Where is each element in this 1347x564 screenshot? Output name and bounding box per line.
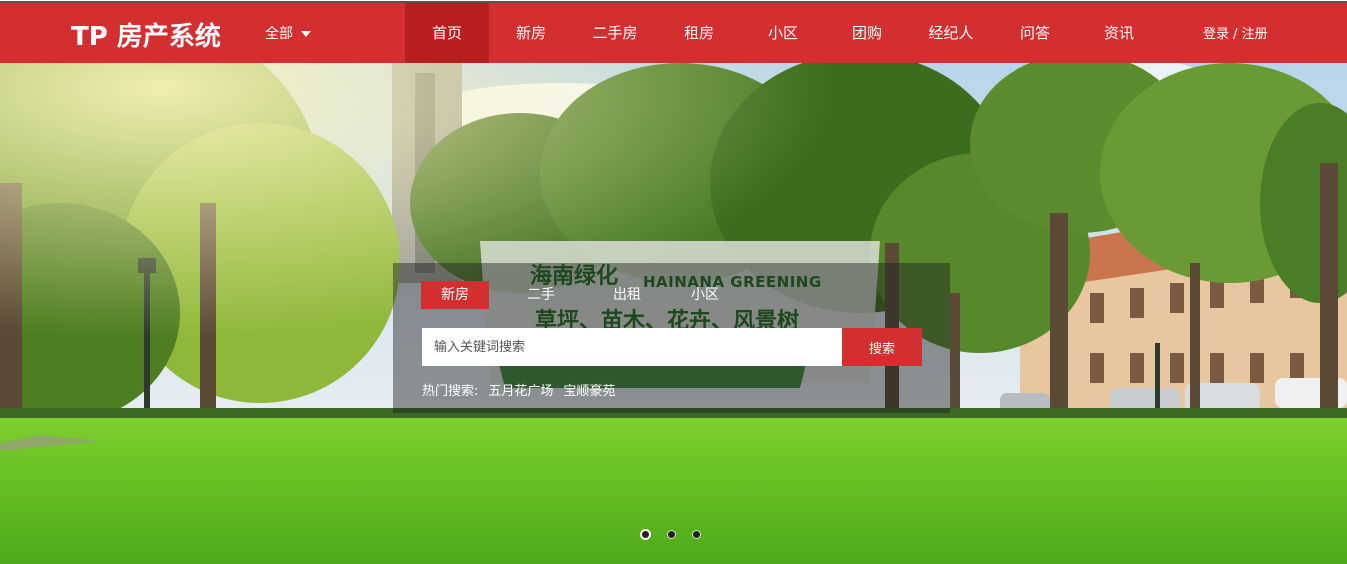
nav-item-rent[interactable]: 租房	[657, 3, 741, 63]
hero-banner: 海南绿化 HAINANA GREENING 草坪、苗木、花卉、风景树 新房 二手…	[0, 63, 1347, 564]
login-link[interactable]: 登录	[1203, 27, 1229, 42]
search-panel: 新房 二手 出租 小区 搜索 热门搜索: 五月花广场 宝顺豪苑	[393, 263, 950, 413]
nav-item-group-buy[interactable]: 团购	[825, 3, 909, 63]
nav-item-qa[interactable]: 问答	[993, 3, 1077, 63]
search-tab-second-hand[interactable]: 二手	[527, 281, 555, 309]
search-input[interactable]	[422, 328, 842, 366]
main-nav: 首页 新房 二手房 租房 小区 团购 经纪人 问答 资讯	[405, 3, 1161, 63]
hot-searches: 热门搜索: 五月花广场 宝顺豪苑	[422, 380, 615, 399]
carousel-indicators	[640, 529, 701, 540]
carousel-dot[interactable]	[692, 530, 701, 539]
category-dropdown[interactable]: 全部	[265, 23, 311, 43]
search-tab-community[interactable]: 小区	[691, 281, 719, 309]
hot-searches-label: 热门搜索:	[422, 384, 479, 399]
search-tab-rent[interactable]: 出租	[613, 281, 641, 309]
site-logo[interactable]: TP 房产系统	[71, 16, 221, 53]
search-tab-new[interactable]: 新房	[421, 281, 489, 309]
hot-keyword-link[interactable]: 宝顺豪苑	[563, 380, 615, 399]
carousel-dot[interactable]	[667, 530, 676, 539]
nav-item-home[interactable]: 首页	[405, 3, 489, 63]
carousel-dot[interactable]	[640, 529, 651, 540]
nav-item-news[interactable]: 资讯	[1077, 3, 1161, 63]
nav-item-new-homes[interactable]: 新房	[489, 3, 573, 63]
search-button[interactable]: 搜索	[842, 328, 922, 366]
register-link[interactable]: 注册	[1242, 27, 1268, 42]
nav-item-community[interactable]: 小区	[741, 3, 825, 63]
chevron-down-icon	[301, 30, 311, 37]
hot-keyword-link[interactable]: 五月花广场	[488, 380, 553, 399]
auth-separator: /	[1229, 27, 1242, 42]
nav-item-agents[interactable]: 经纪人	[909, 3, 993, 63]
category-label: 全部	[265, 26, 293, 42]
nav-item-second-hand[interactable]: 二手房	[573, 3, 657, 63]
auth-links: 登录 / 注册	[1203, 23, 1268, 42]
site-header: TP 房产系统 全部 首页 新房 二手房 租房 小区 团购 经纪人 问答 资讯 …	[0, 3, 1347, 63]
search-tabs: 新房 二手 出租 小区	[421, 281, 719, 309]
